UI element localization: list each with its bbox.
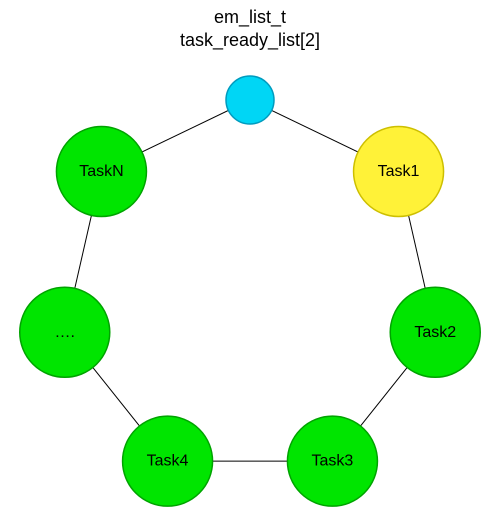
node-task4: Task4 [123,416,213,506]
node-label: TaskN [79,163,123,180]
node-dots: …. [20,287,110,377]
diagram-title: em_list_t task_ready_list[2] [180,6,320,51]
ring-diagram: Task1 Task2 Task3 Task4 …. TaskN [0,0,500,513]
title-line-2: task_ready_list[2] [180,29,320,52]
node-label: Task2 [414,324,456,341]
node-task2: Task2 [390,287,480,377]
node-label: Task3 [312,453,354,470]
node-layer: Task1 Task2 Task3 Task4 …. TaskN [20,76,480,506]
title-line-1: em_list_t [180,6,320,29]
node-label: Task4 [147,453,189,470]
node-label: Task1 [378,163,420,180]
node-task3: Task3 [287,416,377,506]
node-task1: Task1 [354,127,444,217]
node-taskn: TaskN [56,127,146,217]
node-head [226,76,274,124]
list-head-circle [226,76,274,124]
node-label: …. [55,324,75,341]
